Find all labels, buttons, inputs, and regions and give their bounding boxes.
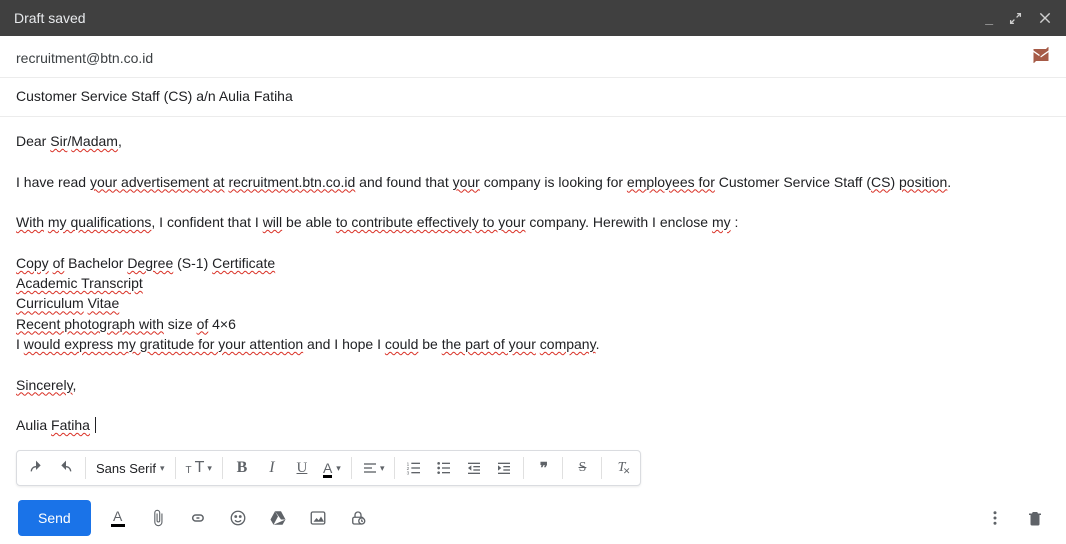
undo-icon[interactable] xyxy=(21,454,51,482)
text-formatting-toggle[interactable]: A xyxy=(105,505,131,531)
font-family-select[interactable]: Sans Serif▾ xyxy=(90,454,171,482)
line-intro: I have read your advertisement at recrui… xyxy=(16,172,1050,192)
compose-title: Draft saved xyxy=(14,10,86,26)
titlebar-actions: _ xyxy=(985,10,1052,26)
line-attach-3: Curriculum Vitae xyxy=(16,293,1050,313)
line-gratitude: I would express my gratitude for your at… xyxy=(16,334,1050,354)
subject-row[interactable]: Customer Service Staff (CS) a/n Aulia Fa… xyxy=(0,78,1066,117)
line-qual: With my qualifications, I confident that… xyxy=(16,212,1050,232)
font-size-select[interactable]: TT▾ xyxy=(180,454,218,482)
insert-drive-icon[interactable] xyxy=(265,505,291,531)
insert-photo-icon[interactable] xyxy=(305,505,331,531)
bold-button[interactable]: B xyxy=(227,454,257,482)
more-options-icon[interactable] xyxy=(982,505,1008,531)
indent-more-button[interactable] xyxy=(489,454,519,482)
line-signature: Aulia Fatiha xyxy=(16,415,1050,435)
text-color-button[interactable]: A ▾ xyxy=(317,454,347,482)
confidential-mode-off-icon[interactable] xyxy=(1032,46,1050,69)
attach-file-icon[interactable] xyxy=(145,505,171,531)
insert-link-icon[interactable] xyxy=(185,505,211,531)
line-attach-2: Academic Transcript xyxy=(16,273,1050,293)
confidential-mode-icon[interactable] xyxy=(345,505,371,531)
redo-icon[interactable] xyxy=(51,454,81,482)
indent-less-button[interactable] xyxy=(459,454,489,482)
close-icon[interactable] xyxy=(1038,11,1052,25)
quote-button[interactable]: ❞ xyxy=(528,454,558,482)
bulleted-list-button[interactable] xyxy=(429,454,459,482)
send-button[interactable]: Send xyxy=(18,500,91,536)
formatting-toolbar: Sans Serif▾ TT▾ B I U A ▾ ▾ 123 ❞ S T✕ xyxy=(16,450,641,486)
svg-text:3: 3 xyxy=(407,471,410,476)
minimize-icon[interactable]: _ xyxy=(985,10,993,26)
underline-button[interactable]: U xyxy=(287,454,317,482)
line-attach-4: Recent photograph with size of 4×6 xyxy=(16,314,1050,334)
compose-titlebar: Draft saved _ xyxy=(0,0,1066,36)
insert-emoji-icon[interactable] xyxy=(225,505,251,531)
numbered-list-button[interactable]: 123 xyxy=(399,454,429,482)
align-button[interactable]: ▾ xyxy=(356,454,391,482)
line-greeting: Dear Sir/Madam, xyxy=(16,131,1050,151)
line-sincerely: Sincerely, xyxy=(16,375,1050,395)
strikethrough-button[interactable]: S xyxy=(567,454,597,482)
recipient-address: recruitment@btn.co.id xyxy=(16,50,153,66)
recipients-row[interactable]: recruitment@btn.co.id xyxy=(0,36,1066,78)
remove-formatting-button[interactable]: T✕ xyxy=(606,454,636,482)
expand-icon[interactable] xyxy=(1009,12,1022,25)
line-attach-1: Copy of Bachelor Degree (S-1) Certificat… xyxy=(16,253,1050,273)
discard-draft-icon[interactable] xyxy=(1022,505,1048,531)
italic-button[interactable]: I xyxy=(257,454,287,482)
email-body[interactable]: Dear Sir/Madam, I have read your adverti… xyxy=(0,117,1066,447)
compose-bottombar: Send A xyxy=(0,492,1066,544)
subject-text: Customer Service Staff (CS) a/n Aulia Fa… xyxy=(16,88,293,104)
